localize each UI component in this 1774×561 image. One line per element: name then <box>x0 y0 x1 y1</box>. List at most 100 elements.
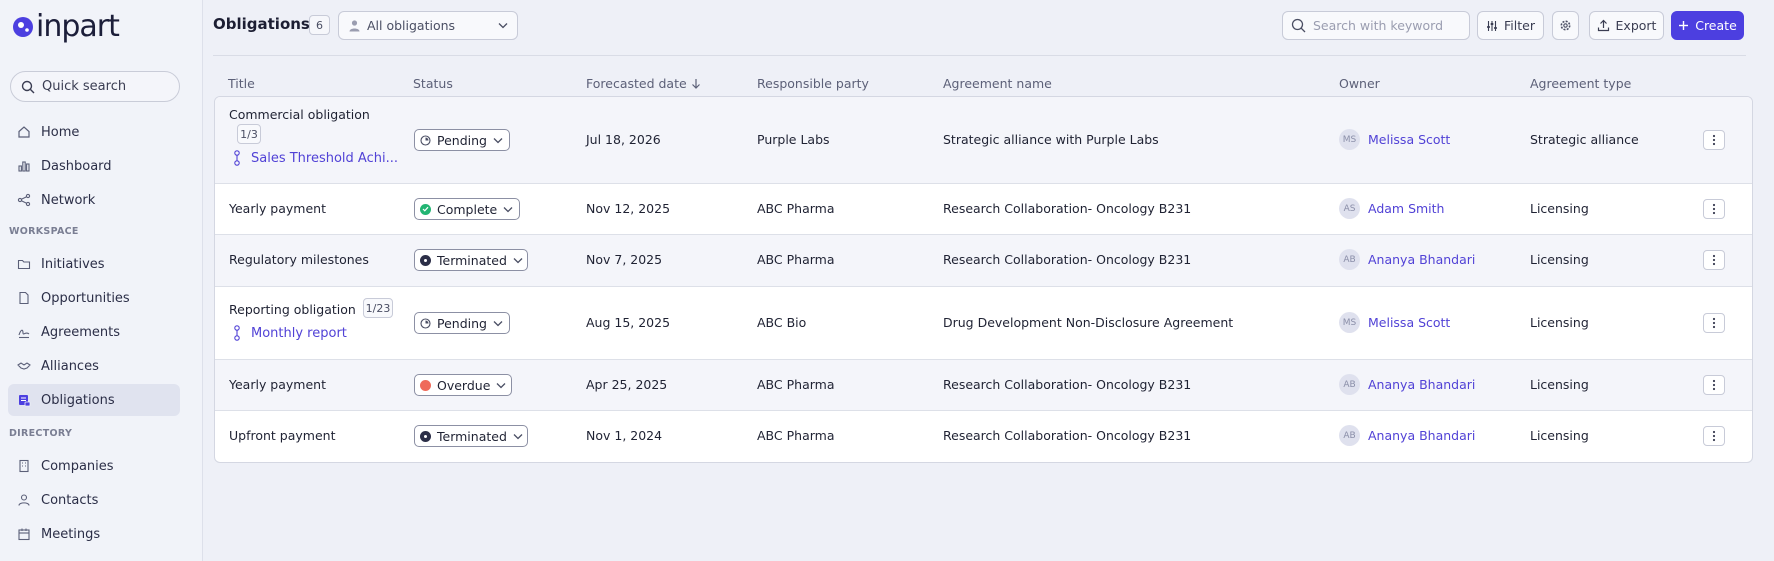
owner-link[interactable]: AS Adam Smith <box>1339 198 1444 219</box>
logo-mark-icon <box>13 17 33 37</box>
column-header-agreement-type[interactable]: Agreement type <box>1530 76 1631 91</box>
obligation-title[interactable]: Reporting obligation <box>229 302 356 317</box>
home-icon <box>18 126 30 138</box>
owner-link[interactable]: MS Melissa Scott <box>1339 312 1450 333</box>
share-icon <box>17 193 31 207</box>
status-dropdown[interactable]: Overdue <box>414 374 512 396</box>
agreement-name[interactable]: Drug Development Non-Disclosure Agreemen… <box>943 315 1233 330</box>
obligation-title[interactable]: Yearly payment <box>229 201 326 216</box>
filter-button[interactable]: Filter <box>1477 11 1544 40</box>
owner-link[interactable]: MS Melissa Scott <box>1339 129 1450 150</box>
sub-obligation-link-label: Sales Threshold Achi... <box>251 150 398 166</box>
column-header-responsible-party[interactable]: Responsible party <box>757 76 869 91</box>
avatar: AS <box>1339 198 1360 219</box>
row-actions-button[interactable] <box>1703 426 1725 446</box>
agreement-name[interactable]: Strategic alliance with Purple Labs <box>943 132 1159 147</box>
obligation-title[interactable]: Yearly payment <box>229 377 326 392</box>
chevron-down-icon <box>496 382 506 388</box>
responsible-party: ABC Bio <box>757 315 807 330</box>
column-header-agreement-name[interactable]: Agreement name <box>943 76 1052 91</box>
owner-link[interactable]: AB Ananya Bhandari <box>1339 249 1475 270</box>
column-header-owner[interactable]: Owner <box>1339 76 1380 91</box>
more-vertical-icon <box>1712 379 1716 391</box>
sidebar-item-label: Initiatives <box>41 256 105 272</box>
sidebar-item-home[interactable]: Home <box>8 116 180 148</box>
sidebar-item-network[interactable]: Network <box>8 184 180 216</box>
owner-link[interactable]: AB Ananya Bhandari <box>1339 374 1475 395</box>
sidebar-item-dashboard[interactable]: Dashboard <box>8 150 180 182</box>
obligation-title[interactable]: Upfront payment <box>229 428 335 443</box>
table-row[interactable]: Commercial obligation 1/3 Sales Threshol… <box>215 97 1752 184</box>
column-header-forecasted-date[interactable]: Forecasted date <box>586 76 701 91</box>
row-actions-button[interactable] <box>1703 313 1725 333</box>
row-actions-button[interactable] <box>1703 250 1725 270</box>
create-button[interactable]: Create <box>1671 11 1744 40</box>
sidebar-item-label: Opportunities <box>41 290 130 306</box>
row-actions-button[interactable] <box>1703 199 1725 219</box>
responsible-party: ABC Pharma <box>757 252 835 267</box>
table-row[interactable]: Regulatory milestones Terminated Nov 7, … <box>215 235 1752 287</box>
terminated-icon <box>420 430 431 442</box>
sidebar-item-meetings[interactable]: Meetings <box>8 518 180 550</box>
sidebar-item-label: Contacts <box>41 492 99 508</box>
sidebar-item-label: Obligations <box>41 392 115 408</box>
create-button-label: Create <box>1695 18 1737 33</box>
table-row[interactable]: Yearly payment Complete Nov 12, 2025 ABC… <box>215 184 1752 235</box>
agreement-type: Licensing <box>1530 428 1589 443</box>
owner-link[interactable]: AB Ananya Bhandari <box>1339 425 1475 446</box>
section-label-directory: DIRECTORY <box>9 428 73 439</box>
agreement-name[interactable]: Research Collaboration- Oncology B231 <box>943 201 1191 216</box>
sliders-icon <box>1487 20 1497 31</box>
more-vertical-icon <box>1712 134 1716 146</box>
status-dropdown[interactable]: Pending <box>414 312 510 334</box>
agreement-name[interactable]: Research Collaboration- Oncology B231 <box>943 377 1191 392</box>
sidebar-item-contacts[interactable]: Contacts <box>8 484 180 516</box>
table-row[interactable]: Reporting obligation 1/23 Monthly report… <box>215 287 1752 360</box>
forecasted-date: Jul 18, 2026 <box>586 132 661 147</box>
sub-obligation-count: 1/3 <box>237 124 261 144</box>
export-button-label: Export <box>1615 18 1657 33</box>
pending-icon <box>420 134 431 146</box>
sub-obligation-count: 1/23 <box>363 298 393 318</box>
sidebar-item-opportunities[interactable]: Opportunities <box>8 282 180 314</box>
more-vertical-icon <box>1712 254 1716 266</box>
status-label: Overdue <box>437 377 491 393</box>
settings-button[interactable] <box>1552 11 1579 40</box>
table-row[interactable]: Yearly payment Overdue Apr 25, 2025 ABC … <box>215 360 1752 411</box>
file-icon <box>19 291 29 305</box>
column-header-status[interactable]: Status <box>413 76 453 91</box>
sidebar-item-companies[interactable]: Companies <box>8 450 180 482</box>
status-dropdown[interactable]: Complete <box>414 198 520 220</box>
owner-name: Melissa Scott <box>1368 315 1451 330</box>
sidebar: inpart Quick search Home Dashboard Netwo… <box>0 0 203 561</box>
sub-obligation-link[interactable]: Sales Threshold Achi... <box>233 150 398 166</box>
row-actions-button[interactable] <box>1703 375 1725 395</box>
row-actions-button[interactable] <box>1703 130 1725 150</box>
status-dropdown[interactable]: Pending <box>414 129 510 151</box>
app-logo[interactable]: inpart <box>12 12 120 42</box>
building-icon <box>19 459 29 473</box>
plus-icon <box>1679 21 1689 30</box>
obligation-title[interactable]: Regulatory milestones <box>229 252 369 267</box>
user-icon <box>349 20 360 32</box>
status-label: Pending <box>437 315 487 331</box>
agreement-name[interactable]: Research Collaboration- Oncology B231 <box>943 252 1191 267</box>
obligations-filter-select[interactable]: All obligations <box>338 11 518 40</box>
agreement-type: Licensing <box>1530 377 1589 392</box>
agreement-name[interactable]: Research Collaboration- Oncology B231 <box>943 428 1191 443</box>
sub-obligation-link[interactable]: Monthly report <box>233 325 347 341</box>
obligation-title[interactable]: Commercial obligation <box>229 107 370 122</box>
status-dropdown[interactable]: Terminated <box>414 425 528 447</box>
sidebar-item-obligations[interactable]: Obligations <box>8 384 180 416</box>
status-dropdown[interactable]: Terminated <box>414 249 528 271</box>
sidebar-item-alliances[interactable]: Alliances <box>8 350 180 382</box>
sidebar-item-agreements[interactable]: Agreements <box>8 316 180 348</box>
timeline-icon <box>234 150 240 166</box>
search-input[interactable]: Search with keyword <box>1282 11 1470 40</box>
table-row[interactable]: Upfront payment Terminated Nov 1, 2024 A… <box>215 411 1752 462</box>
column-header-title[interactable]: Title <box>228 76 255 91</box>
export-button[interactable]: Export <box>1589 11 1664 40</box>
owner-name: Ananya Bhandari <box>1368 377 1476 392</box>
quick-search-button[interactable]: Quick search <box>10 71 180 102</box>
sidebar-item-initiatives[interactable]: Initiatives <box>8 248 180 280</box>
